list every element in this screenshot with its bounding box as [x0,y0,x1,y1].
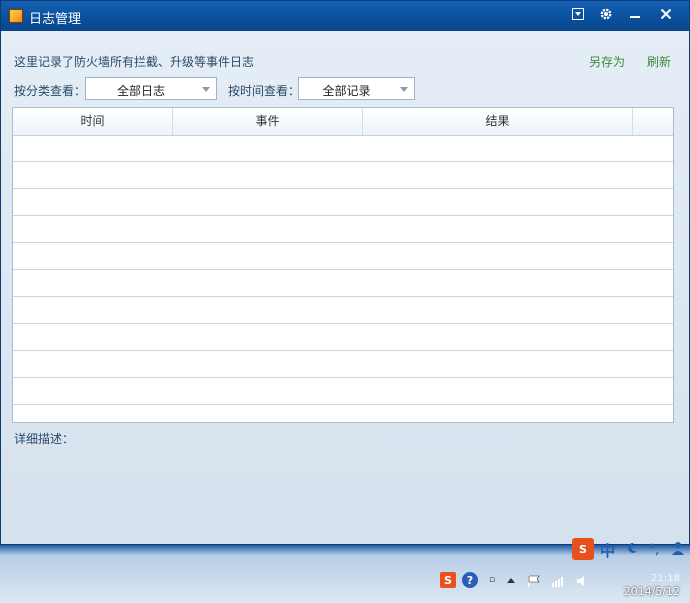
refresh-link[interactable]: 刷新 [647,53,671,70]
chevron-down-icon [400,87,408,92]
close-icon [660,8,672,20]
sogou-tray-icon[interactable]: S [440,572,456,588]
time-filter-select[interactable]: 全部记录 [298,77,415,100]
log-table[interactable]: 时间 事件 结果 [12,107,674,423]
menu-button[interactable] [565,1,591,27]
table-row[interactable] [13,189,673,216]
moon-icon[interactable] [626,542,638,554]
table-row[interactable] [13,324,673,351]
save-as-link[interactable]: 另存为 [589,53,625,70]
table-row[interactable] [13,162,673,189]
close-button[interactable] [651,1,681,27]
user-icon[interactable] [672,541,684,555]
taskbar-date[interactable]: 2014/5/12 [624,585,680,598]
column-header-time[interactable]: 时间 [13,108,173,135]
app-icon [9,9,23,23]
detail-description-label: 详细描述： [14,432,75,446]
log-manager-window: 日志管理 这里记录了防火墙所有拦截、升级等事件日志 另存为 刷新 按分类查看： … [0,0,690,545]
ime-toolbar[interactable]: S 中 °, [570,536,690,562]
table-row[interactable] [13,135,673,162]
network-signal-icon[interactable] [550,573,566,589]
sogou-ime-icon[interactable]: S [572,538,594,560]
column-header-result[interactable]: 结果 [363,108,633,135]
title-bar[interactable]: 日志管理 [1,1,689,31]
volume-icon[interactable] [574,573,590,589]
category-filter-select[interactable]: 全部日志 [85,77,217,100]
taskbar-time: 21:18 [651,573,680,584]
minimize-button[interactable] [620,1,650,27]
table-row[interactable] [13,216,673,243]
gear-icon [600,8,612,20]
minimize-icon [630,16,640,18]
punctuation-icon[interactable]: °, [648,542,659,558]
window-title: 日志管理 [29,12,82,27]
settings-button[interactable] [593,1,619,27]
time-filter-label: 按时间查看： [228,84,301,98]
table-row[interactable] [13,378,673,405]
table-row[interactable] [13,297,673,324]
column-header-event[interactable]: 事件 [173,108,363,135]
category-filter-label: 按分类查看： [14,84,87,98]
ime-mode-indicator[interactable]: 中 [600,540,615,561]
chevron-down-icon [202,87,210,92]
time-filter-value: 全部记录 [322,84,371,98]
table-header: 时间 事件 结果 [13,108,673,136]
show-hidden-icons-icon[interactable] [506,575,516,585]
dropdown-menu-icon [572,8,584,20]
table-row[interactable] [13,270,673,297]
table-row[interactable] [13,243,673,270]
table-row[interactable] [13,351,673,378]
category-filter-value: 全部日志 [116,84,165,98]
log-description: 这里记录了防火墙所有拦截、升级等事件日志 [14,55,255,69]
action-center-flag-icon[interactable] [526,573,542,589]
window-switch-icon[interactable]: ▫ [486,570,498,590]
help-icon[interactable]: ? [462,572,478,588]
